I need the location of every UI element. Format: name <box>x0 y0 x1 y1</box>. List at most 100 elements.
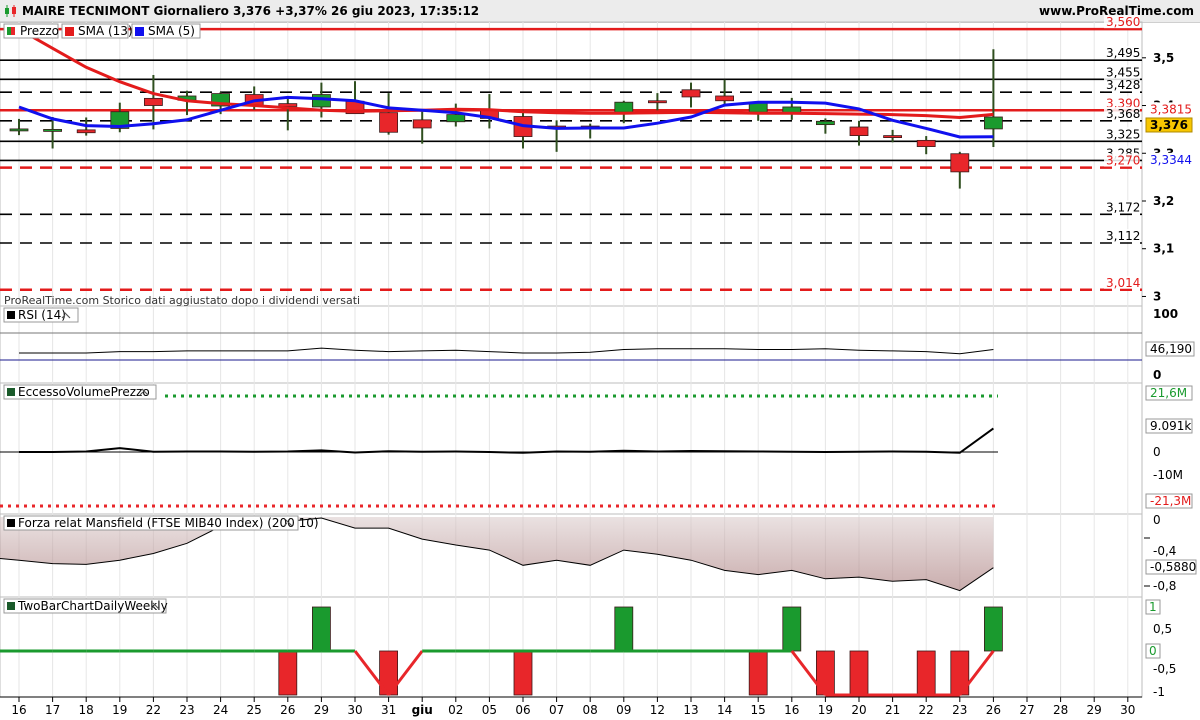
price-candle[interactable] <box>43 116 62 149</box>
twobar-down-bar <box>849 650 869 696</box>
price-candle[interactable] <box>278 95 298 131</box>
panel-frame <box>0 21 1143 307</box>
price-tag: 3,3815 <box>1150 102 1192 116</box>
candle-icon <box>7 27 11 35</box>
x-axis-label: 12 <box>650 703 665 717</box>
x-axis-label: 09 <box>616 703 631 717</box>
level-label: 3,325 <box>1106 127 1140 141</box>
price-candle[interactable] <box>580 123 600 139</box>
mansfield-legend-label: Forza relat Mansfield (FTSE MIB40 Index)… <box>18 516 319 530</box>
price-candle[interactable] <box>345 81 365 115</box>
price-candle[interactable] <box>379 93 399 135</box>
price-axis-label: 3 <box>1153 289 1161 303</box>
volume-axis-label: 0 <box>1153 445 1161 459</box>
x-axis-label: 25 <box>247 703 262 717</box>
price-tag: 3,3344 <box>1150 153 1192 167</box>
level-label: 3,495 <box>1106 46 1140 60</box>
x-axis-label: 07 <box>549 703 564 717</box>
candle-body <box>379 112 399 133</box>
x-axis-label: 02 <box>448 703 463 717</box>
candle-body <box>614 101 634 113</box>
x-axis-label: 23 <box>952 703 967 717</box>
price-axis-label: 3,1 <box>1153 242 1174 256</box>
volume-axis-label: -10M <box>1153 468 1183 482</box>
volume-tag: 21,6M <box>1150 386 1187 400</box>
volume-line <box>19 427 994 454</box>
price-candle[interactable] <box>748 102 768 121</box>
volume-tag: 9.091k <box>1150 419 1191 433</box>
price-candle[interactable] <box>916 136 936 155</box>
twobar-down-bar <box>748 650 768 696</box>
price-tag: 3,376 <box>1150 118 1188 132</box>
adjusted-data-note: ProRealTime.com Storico dati aggiustato … <box>4 294 360 307</box>
twobar-axis-label: -1 <box>1153 685 1165 699</box>
candle-body <box>916 139 936 147</box>
rsi-axis-label: 0 <box>1153 368 1161 382</box>
twobar-axis-label: -0,5 <box>1153 662 1176 676</box>
x-axis-label: 16 <box>784 703 799 717</box>
price-candle[interactable] <box>950 151 970 189</box>
x-axis-label: 31 <box>381 703 396 717</box>
black-square-icon <box>7 519 15 527</box>
x-axis-label: 26 <box>280 703 295 717</box>
x-axis-label: 30 <box>1120 703 1135 717</box>
x-axis-label: 24 <box>213 703 228 717</box>
panel-frame <box>0 382 1143 515</box>
candle-body <box>43 128 62 132</box>
volume-legend-label: EccessoVolumePrezzo <box>18 385 150 399</box>
candle-body <box>715 95 734 102</box>
twobar-down-bar <box>916 650 936 696</box>
panel-frame <box>0 305 1143 384</box>
candle-body <box>883 135 902 139</box>
candle-body <box>9 128 29 132</box>
twobar-down-bar <box>513 650 533 696</box>
price-candle[interactable] <box>412 111 432 144</box>
twobar-legend-label: TwoBarChartDailyWeekly <box>17 599 168 613</box>
chart-canvas[interactable]: 3,5603,4953,4553,4283,3903,3683,3253,285… <box>0 0 1200 720</box>
x-axis-label: 08 <box>583 703 598 717</box>
price-candle[interactable] <box>984 49 1003 148</box>
price-axis-label: 3,2 <box>1153 194 1174 208</box>
candle-body <box>412 119 432 129</box>
price-candle[interactable] <box>648 93 667 111</box>
x-axis-label: 26 <box>986 703 1001 717</box>
price-candle[interactable] <box>883 129 902 143</box>
x-axis-label: 15 <box>751 703 766 717</box>
candle-body <box>311 94 331 108</box>
x-axis-label: 30 <box>347 703 362 717</box>
twobar-axis-label: 0,5 <box>1153 622 1172 636</box>
price-candle[interactable] <box>513 109 533 149</box>
candle-body <box>446 114 466 123</box>
sma5-line <box>18 95 994 139</box>
black-square-icon <box>7 311 15 319</box>
level-label: 3,368 <box>1106 107 1140 121</box>
twobar-up-bar <box>782 606 802 652</box>
price-candle[interactable] <box>547 120 566 152</box>
rsi-axis-label: 100 <box>1153 307 1178 321</box>
x-axis-label: 29 <box>314 703 329 717</box>
x-axis-label: 20 <box>851 703 866 717</box>
green-square-icon <box>7 388 15 396</box>
twobar-tag: 0 <box>1149 644 1157 658</box>
candle-body <box>849 126 869 136</box>
x-axis-label: 17 <box>45 703 60 717</box>
price-candle[interactable] <box>681 82 701 108</box>
x-axis-label: 13 <box>683 703 698 717</box>
candle-body <box>648 100 667 104</box>
x-axis-label: 21 <box>885 703 900 717</box>
candle-icon <box>11 27 15 35</box>
level-label: 3,560 <box>1106 15 1140 29</box>
twobar-down-bar <box>278 650 298 696</box>
x-axis-label: 28 <box>1053 703 1068 717</box>
level-label: 3,014 <box>1106 276 1140 290</box>
x-axis-label: 23 <box>179 703 194 717</box>
level-label: 3,112 <box>1106 229 1140 243</box>
price-axis-label: 3,5 <box>1153 51 1174 65</box>
level-label: 3,428 <box>1106 78 1140 92</box>
level-label: 3,270 <box>1106 154 1140 168</box>
legend-label: SMA (5) <box>148 24 195 38</box>
x-axis-label: 27 <box>1019 703 1034 717</box>
x-axis-label: 22 <box>919 703 934 717</box>
candle-body <box>143 97 163 106</box>
x-axis-label: 29 <box>1087 703 1102 717</box>
